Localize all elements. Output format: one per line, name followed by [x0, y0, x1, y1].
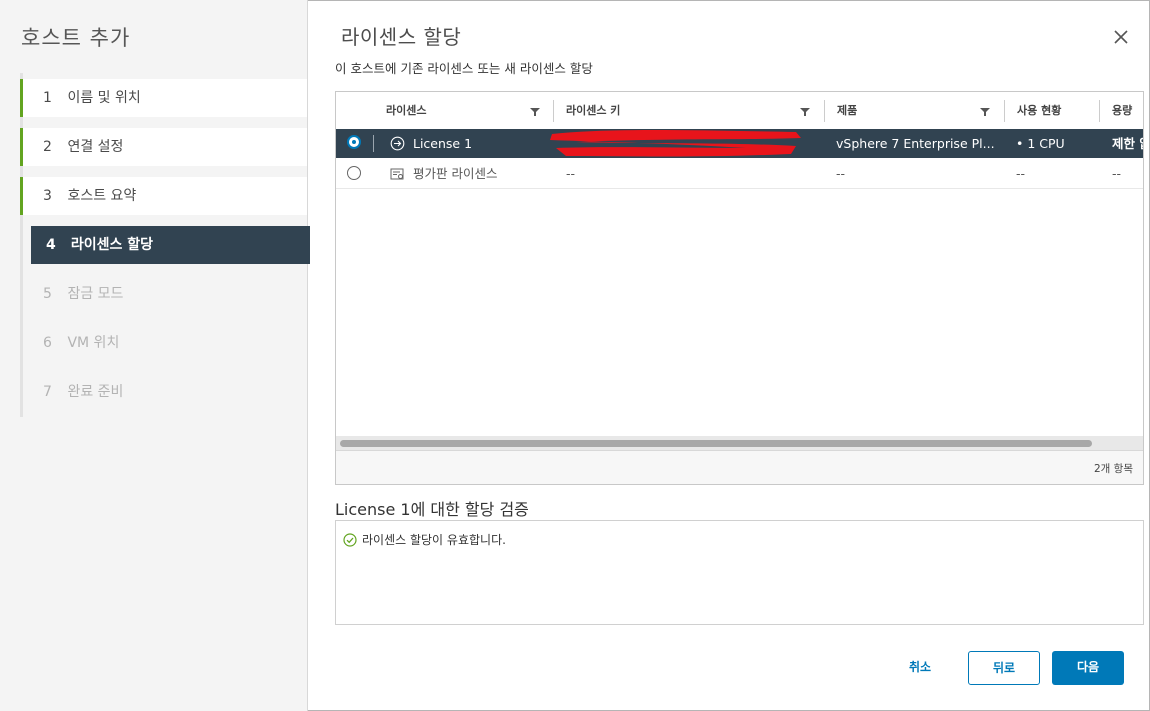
step-number: 7 [43, 384, 52, 400]
license-icon [390, 168, 404, 180]
redaction-scribble [550, 130, 801, 157]
license-key: -- [566, 166, 576, 181]
validation-message: 라이센스 할당이 유효합니다. [362, 533, 506, 547]
column-header-usage[interactable]: 사용 현황 [1005, 92, 1061, 129]
step-number: 5 [43, 286, 52, 302]
table-row[interactable]: 평가판 라이센스 -- -- -- -- [336, 159, 1143, 189]
column-header-capacity[interactable]: 용량 [1100, 92, 1132, 129]
column-header-license-key[interactable]: 라이센스 키 [554, 92, 620, 129]
wizard-sidebar: 호스트 추가 1 이름 및 위치 2 연결 설정 3 호스트 요약 4 라이센스… [0, 0, 310, 711]
step-connection-settings[interactable]: 2 연결 설정 [20, 128, 307, 166]
check-circle-icon [343, 533, 357, 547]
step-assign-license[interactable]: 4 라이센스 할당 [31, 226, 310, 264]
step-number: 4 [46, 237, 56, 253]
row-radio[interactable] [347, 166, 361, 180]
license-grid: 라이센스 라이센스 키 제품 사용 현황 용량 License 1 vSpher… [335, 91, 1144, 485]
step-label: 라이센스 할당 [70, 237, 154, 253]
arrow-circle-icon [390, 136, 405, 151]
filter-icon[interactable] [980, 107, 990, 117]
step-label: 완료 준비 [67, 384, 124, 400]
product-name: vSphere 7 Enterprise Pl... [836, 136, 995, 151]
step-vm-location: 6 VM 위치 [23, 324, 307, 362]
column-header-license[interactable]: 라이센스 [374, 92, 426, 129]
column-header-product[interactable]: 제품 [825, 92, 857, 129]
step-number: 6 [43, 335, 52, 351]
close-icon[interactable] [1110, 26, 1132, 48]
row-radio[interactable] [347, 135, 361, 149]
step-host-summary[interactable]: 3 호스트 요약 [20, 177, 307, 215]
usage-value: • 1 CPU [1016, 136, 1065, 151]
step-lockdown-mode: 5 잠금 모드 [23, 275, 307, 313]
wizard-title: 호스트 추가 [21, 26, 131, 50]
grid-header: 라이센스 라이센스 키 제품 사용 현황 용량 [336, 92, 1143, 130]
step-number: 2 [43, 139, 52, 155]
usage-value: -- [1016, 166, 1026, 181]
license-name: 평가판 라이센스 [413, 166, 498, 181]
wizard-steps: 1 이름 및 위치 2 연결 설정 3 호스트 요약 4 라이센스 할당 5 잠… [20, 73, 310, 417]
page-subtitle: 이 호스트에 기존 라이센스 또는 새 라이센스 할당 [335, 61, 593, 76]
grid-footer: 2개 항목 [336, 450, 1143, 484]
step-name-location[interactable]: 1 이름 및 위치 [20, 79, 307, 117]
page-title: 라이센스 할당 [341, 25, 462, 49]
scrollbar-thumb[interactable] [340, 440, 1092, 447]
step-label: 이름 및 위치 [67, 90, 141, 106]
step-label: 잠금 모드 [67, 286, 124, 302]
validation-message-row: 라이센스 할당이 유효합니다. [343, 531, 506, 548]
cancel-button[interactable]: 취소 [890, 651, 950, 685]
step-label: 호스트 요약 [67, 188, 137, 204]
product-name: -- [836, 166, 846, 181]
item-count: 2개 항목 [1094, 463, 1133, 475]
capacity-value: -- [1112, 166, 1122, 181]
filter-icon[interactable] [530, 107, 540, 117]
back-button[interactable]: 뒤로 [968, 651, 1040, 685]
step-number: 3 [43, 188, 52, 204]
capacity-value: 제한 없 [1112, 136, 1143, 151]
horizontal-scrollbar[interactable] [336, 436, 1143, 450]
validation-box: 라이센스 할당이 유효합니다. [335, 520, 1144, 625]
next-button[interactable]: 다음 [1052, 651, 1124, 685]
step-label: 연결 설정 [67, 139, 124, 155]
filter-icon[interactable] [800, 107, 810, 117]
step-number: 1 [43, 90, 52, 106]
validation-title: License 1에 대한 할당 검증 [335, 500, 529, 519]
step-ready-to-complete: 7 완료 준비 [23, 373, 307, 411]
license-name: License 1 [413, 136, 473, 151]
table-row[interactable]: License 1 vSphere 7 Enterprise Pl... • 1… [336, 129, 1143, 158]
step-label: VM 위치 [67, 335, 120, 351]
